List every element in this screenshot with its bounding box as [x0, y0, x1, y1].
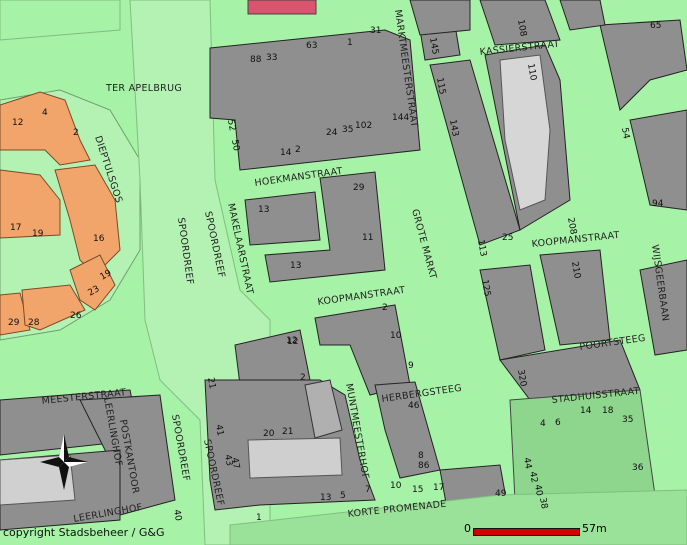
- house-number: 4: [42, 108, 48, 118]
- house-number: 16: [93, 234, 105, 244]
- house-number: 88: [250, 55, 262, 65]
- house-number: 13: [290, 261, 301, 271]
- map-canvas[interactable]: TER APELBRUG MARKTMEESTERSTRAAT KASSIERS…: [0, 0, 687, 545]
- house-number: 15: [412, 485, 423, 495]
- house-number: 50: [229, 139, 241, 152]
- house-number: 12: [12, 118, 23, 128]
- street-label: TER APELBRUG: [105, 83, 182, 94]
- house-number: 21: [282, 427, 293, 437]
- house-number: 52: [225, 119, 237, 132]
- house-number: 6: [555, 418, 561, 428]
- scale-bar: 0 57m: [458, 520, 618, 540]
- house-number: 17: [10, 223, 21, 233]
- house-number: 2: [295, 145, 301, 155]
- house-number: 21: [205, 377, 217, 390]
- house-number: 11: [362, 233, 373, 243]
- house-number: 65: [650, 21, 661, 31]
- house-number: 13: [258, 205, 269, 215]
- house-number: 44: [521, 457, 533, 470]
- house-number: 18: [602, 406, 614, 416]
- house-number: 102: [355, 121, 372, 131]
- house-number: 35: [622, 415, 633, 425]
- house-number: 24: [326, 128, 338, 138]
- house-number: 14: [280, 148, 292, 158]
- house-number: 4: [540, 419, 546, 429]
- house-number: 36: [632, 463, 644, 473]
- light-patch-muntmeester: [247, 437, 343, 479]
- house-number: 9: [408, 361, 414, 371]
- house-number: 86: [418, 461, 430, 471]
- house-number: 35: [342, 125, 353, 135]
- highlighted-building: [247, 0, 317, 15]
- house-number: 41: [213, 424, 225, 437]
- house-number: 20: [263, 429, 275, 439]
- house-number: 2: [382, 303, 388, 313]
- house-number: 1: [347, 38, 353, 48]
- house-number: 1: [256, 513, 262, 523]
- scale-bar-line: [473, 528, 580, 536]
- house-number: 7: [365, 485, 371, 495]
- scale-end-label: 57m: [582, 522, 607, 535]
- house-number: 13: [320, 493, 331, 503]
- house-number: 28: [28, 318, 40, 328]
- house-number: 63: [306, 41, 317, 51]
- house-number: 5: [340, 491, 346, 501]
- house-number: 49: [495, 489, 507, 499]
- house-number: 19: [32, 229, 44, 239]
- house-number: 29: [353, 183, 365, 193]
- house-number: 47: [229, 457, 241, 470]
- house-number: 26: [70, 311, 82, 321]
- house-number: 8: [418, 451, 424, 461]
- house-number: 17: [433, 483, 444, 493]
- house-number: 2: [300, 373, 306, 383]
- house-number: 31: [370, 26, 381, 36]
- scale-start-label: 0: [464, 522, 471, 535]
- house-number: 33: [266, 53, 277, 63]
- house-number: 10: [390, 331, 402, 341]
- house-number: 144: [392, 113, 409, 123]
- house-number: 46: [408, 401, 420, 411]
- house-number: 54: [619, 127, 631, 140]
- house-number: 25: [502, 233, 513, 243]
- house-number: 10: [390, 481, 402, 491]
- house-number: 38: [537, 497, 549, 510]
- house-number: 42: [527, 471, 539, 484]
- house-number: 40: [171, 509, 183, 522]
- house-number: 2: [73, 128, 79, 138]
- house-number: 14: [580, 406, 592, 416]
- house-number: 12: [286, 336, 297, 346]
- map-view[interactable]: TER APELBRUG MARKTMEESTERSTRAAT KASSIERS…: [0, 0, 687, 545]
- house-number: 40: [532, 484, 544, 497]
- house-number: 29: [8, 318, 20, 328]
- copyright-notice: copyright Stadsbeheer / G&G: [3, 526, 165, 539]
- house-number: 94: [652, 199, 664, 209]
